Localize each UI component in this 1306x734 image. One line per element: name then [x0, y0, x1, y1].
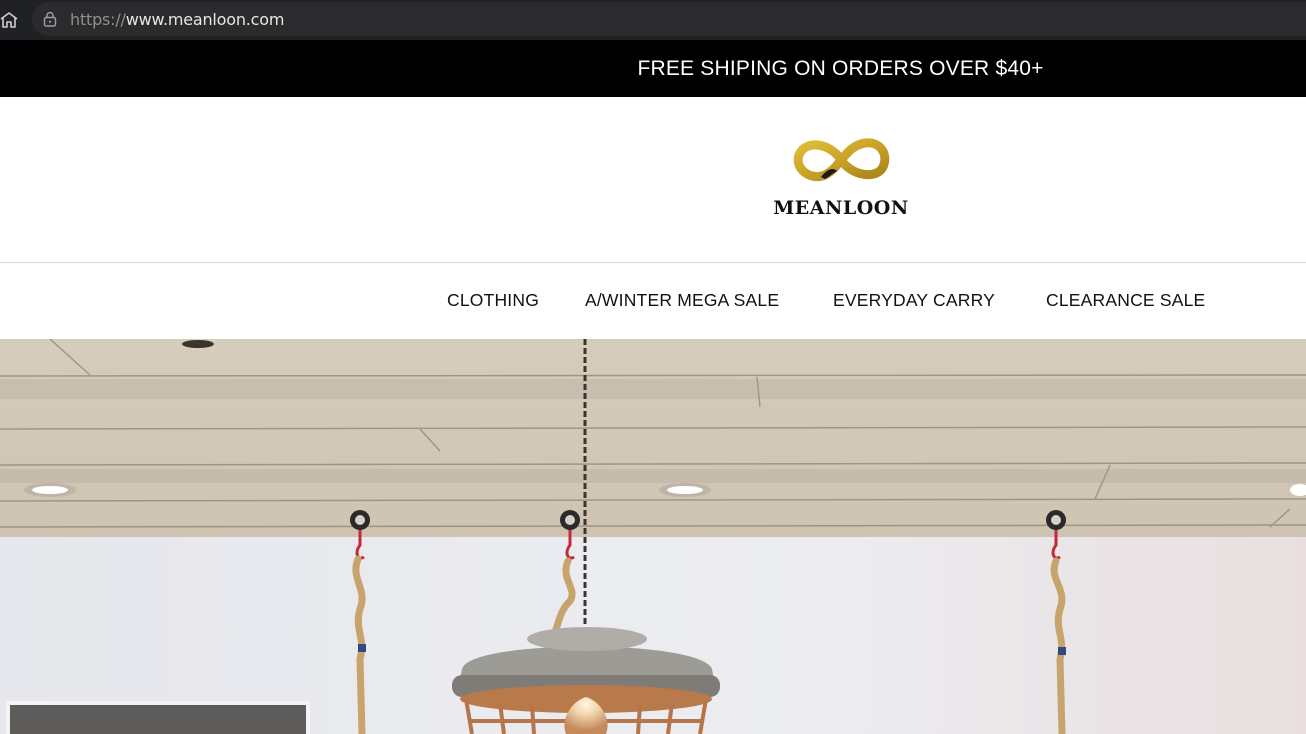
- logo-wordmark: MEANLOON: [773, 197, 909, 219]
- browser-toolbar: https://www.meanloon.com: [0, 0, 1306, 40]
- infinity-logo-icon: [793, 138, 890, 181]
- hero-banner-image[interactable]: [0, 339, 1306, 734]
- hero-photo: [0, 339, 1306, 734]
- lock-icon[interactable]: [42, 11, 58, 27]
- announcement-text: FREE SHIPING ON ORDERS OVER $40+: [637, 56, 1044, 80]
- announcement-bar: FREE SHIPING ON ORDERS OVER $40+: [0, 40, 1306, 97]
- url-text: https://www.meanloon.com: [70, 10, 284, 29]
- url-host: www.meanloon.com: [125, 9, 285, 29]
- nav-item-clearance-sale[interactable]: CLEARANCE SALE: [1046, 290, 1205, 311]
- home-icon[interactable]: [0, 0, 26, 40]
- address-bar[interactable]: https://www.meanloon.com: [32, 2, 1306, 36]
- nav-item-winter-mega-sale[interactable]: A/WINTER MEGA SALE: [585, 290, 779, 311]
- main-nav: CLOTHING A/WINTER MEGA SALE EVERYDAY CAR…: [0, 263, 1306, 339]
- nav-item-everyday-carry[interactable]: EVERYDAY CARRY: [833, 290, 995, 311]
- site-header: MEANLOON: [0, 97, 1306, 263]
- nav-item-clothing[interactable]: CLOTHING: [447, 290, 539, 311]
- url-scheme: https://: [70, 9, 126, 29]
- site-logo[interactable]: MEANLOON: [770, 133, 912, 223]
